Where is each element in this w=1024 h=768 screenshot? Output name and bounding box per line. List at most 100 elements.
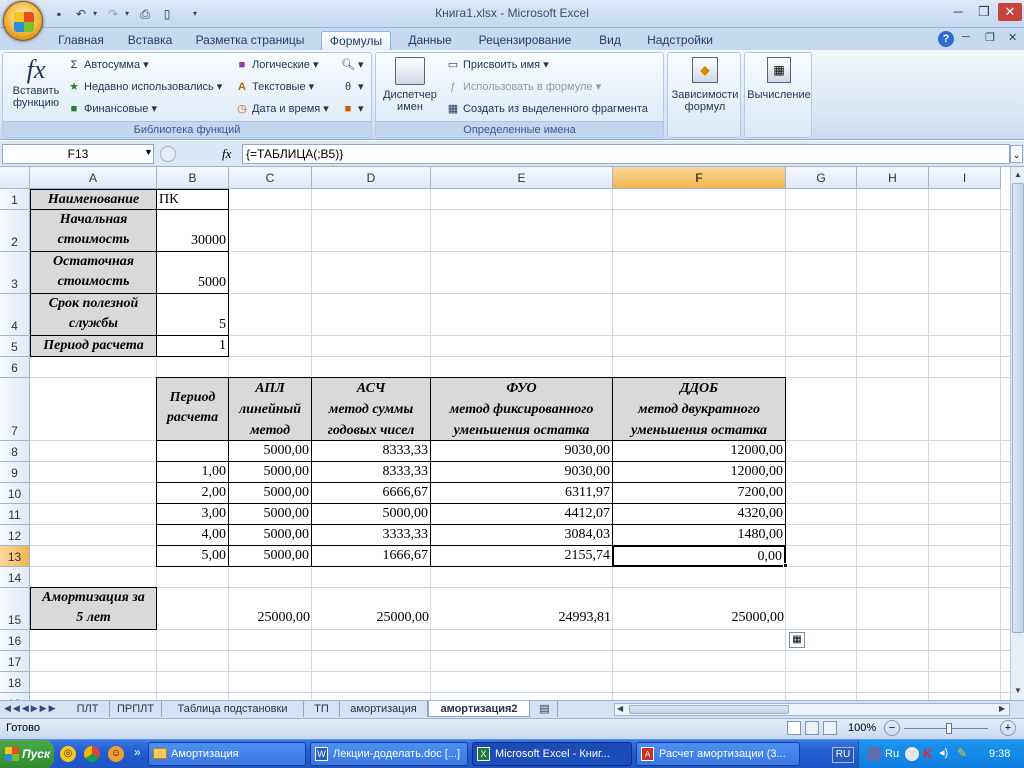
- select-all-corner[interactable]: [0, 167, 30, 189]
- column-header-h[interactable]: H: [857, 167, 929, 189]
- cell-d8[interactable]: 8333,33: [311, 440, 431, 462]
- task-word-lectures[interactable]: W Лекции-доделать.doc [...]: [310, 742, 468, 766]
- expand-formula-bar-icon[interactable]: ⌄: [1010, 145, 1023, 163]
- scroll-right-icon[interactable]: ▶: [999, 704, 1005, 713]
- tab-insert[interactable]: Вставка: [120, 31, 180, 51]
- redo-dropdown-icon[interactable]: ▾: [118, 5, 136, 23]
- tray-app-icon[interactable]: [905, 747, 919, 761]
- cell-e13[interactable]: 2155,74: [430, 545, 613, 567]
- tab-review[interactable]: Рецензирование: [470, 31, 580, 51]
- recent-functions-button[interactable]: ★ Недавно использовались ▾: [67, 79, 222, 95]
- row-header[interactable]: 9: [0, 462, 30, 483]
- task-folder-amortization[interactable]: Амортизация: [148, 742, 306, 766]
- cell-e11[interactable]: 4412,07: [430, 503, 613, 525]
- page-break-view-icon[interactable]: [823, 721, 837, 735]
- column-header-c[interactable]: C: [229, 167, 312, 189]
- more-functions-button[interactable]: ■ ▾: [341, 101, 364, 117]
- restore-icon[interactable]: ❐: [972, 3, 996, 21]
- tray-network-icon[interactable]: [867, 747, 881, 761]
- ribbon-minimize-icon[interactable]: ─: [962, 31, 970, 43]
- cell-c9[interactable]: 5000,00: [228, 461, 312, 483]
- scroll-up-icon[interactable]: ▲: [1012, 169, 1024, 181]
- sheet-tab-amortization2[interactable]: амортизация2: [428, 701, 530, 717]
- cell-f9[interactable]: 12000,00: [612, 461, 786, 483]
- cell-c7[interactable]: АПЛ линейный метод: [228, 377, 312, 441]
- cell-b2[interactable]: 30000: [156, 209, 229, 252]
- quicklaunch-avast-icon[interactable]: ◎: [60, 746, 76, 762]
- row-header[interactable]: 3: [0, 252, 30, 294]
- minimize-icon[interactable]: ─: [946, 3, 970, 21]
- tab-addins[interactable]: Надстройки: [640, 31, 720, 51]
- cell-c10[interactable]: 5000,00: [228, 482, 312, 504]
- cell-d11[interactable]: 5000,00: [311, 503, 431, 525]
- quicklaunch-more-icon[interactable]: »: [134, 745, 141, 759]
- sheet-nav-arrows-icon[interactable]: ◀◀◀▶▶▶: [4, 703, 58, 714]
- row-header[interactable]: 15: [0, 588, 30, 630]
- financial-functions-button[interactable]: ■ Финансовые ▾: [67, 101, 157, 117]
- cell-b12[interactable]: 4,00: [156, 524, 229, 546]
- ribbon-restore-icon[interactable]: ❐: [985, 31, 995, 44]
- cell-a15[interactable]: Амортизация за 5 лет: [30, 587, 157, 630]
- insert-sheet-icon[interactable]: ▤: [532, 701, 558, 717]
- scroll-down-icon[interactable]: ▼: [1012, 685, 1024, 697]
- sheet-tab-lookup-table[interactable]: Таблица подстановки: [162, 701, 304, 717]
- cell-d15[interactable]: 25000,00: [311, 608, 431, 629]
- save-icon[interactable]: ▪: [50, 5, 68, 23]
- name-manager-button[interactable]: Диспетчер имен: [378, 57, 442, 123]
- horizontal-scroll-thumb[interactable]: [629, 705, 789, 714]
- cell-b4[interactable]: 5: [156, 293, 229, 336]
- cell-c8[interactable]: 5000,00: [228, 440, 312, 462]
- formula-bar-splitter[interactable]: [160, 146, 176, 162]
- cell-a5[interactable]: Период расчета: [30, 335, 157, 357]
- zoom-level[interactable]: 100%: [848, 722, 876, 734]
- cell-a4[interactable]: Срок полезной службы: [30, 293, 157, 336]
- column-header-a[interactable]: A: [30, 167, 157, 189]
- cell-b11[interactable]: 3,00: [156, 503, 229, 525]
- name-box-dropdown-icon[interactable]: ▼: [144, 147, 153, 157]
- tray-kaspersky-icon[interactable]: K: [923, 746, 932, 761]
- row-header[interactable]: 7: [0, 378, 30, 441]
- tab-page-layout[interactable]: Разметка страницы: [190, 31, 310, 51]
- row-header[interactable]: 14: [0, 567, 30, 588]
- column-header-e[interactable]: E: [431, 167, 613, 189]
- name-box[interactable]: F13: [2, 144, 154, 164]
- cell-d13[interactable]: 1666,67: [311, 545, 431, 567]
- cell-e7[interactable]: ФУО метод фиксированного уменьшения остатк…: [430, 377, 613, 441]
- sheet-tab-plt[interactable]: ПЛТ: [66, 701, 110, 717]
- cell-b3[interactable]: 5000: [156, 251, 229, 294]
- cell-c12[interactable]: 5000,00: [228, 524, 312, 546]
- autosum-button[interactable]: Σ Автосумма ▾: [67, 57, 149, 73]
- tab-formulas[interactable]: Формулы: [321, 31, 391, 51]
- new-document-icon[interactable]: ▯: [158, 5, 176, 23]
- row-header[interactable]: 1: [0, 189, 30, 210]
- scroll-left-icon[interactable]: ◀: [617, 704, 623, 713]
- sheet-tab-amortization[interactable]: амортизация: [340, 701, 428, 717]
- calculation-button[interactable]: ▦ Вычисление: [745, 57, 813, 123]
- quicklaunch-messenger-icon[interactable]: ☺: [108, 746, 124, 762]
- page-layout-view-icon[interactable]: [805, 721, 819, 735]
- column-header-f[interactable]: F: [613, 167, 786, 189]
- cell-e15[interactable]: 24993,81: [430, 608, 613, 629]
- task-excel-book[interactable]: X Microsoft Excel - Книг...: [472, 742, 632, 766]
- cell-b13[interactable]: 5,00: [156, 545, 229, 567]
- datetime-functions-button[interactable]: ◷ Дата и время ▾: [235, 101, 329, 117]
- task-pdf-calculation[interactable]: A Расчет амортизации (3...: [636, 742, 800, 766]
- vertical-scrollbar[interactable]: ▲ ▼: [1010, 167, 1024, 700]
- sheet-tab-prplt[interactable]: ПРПЛТ: [110, 701, 162, 717]
- formula-dependencies-button[interactable]: ◆ Зависимости формул: [668, 57, 742, 123]
- qat-customize-icon[interactable]: ▾: [186, 5, 204, 23]
- sheet-tab-tp[interactable]: ТП: [304, 701, 340, 717]
- tray-language[interactable]: Ru: [885, 748, 899, 760]
- cell-b9[interactable]: 1,00: [156, 461, 229, 483]
- help-icon[interactable]: ?: [938, 31, 954, 47]
- text-functions-button[interactable]: A Текстовые ▾: [235, 79, 314, 95]
- zoom-slider-thumb[interactable]: [946, 723, 952, 734]
- column-header-d[interactable]: D: [312, 167, 431, 189]
- cell-b1[interactable]: ПК: [156, 189, 229, 210]
- cell-e8[interactable]: 9030,00: [430, 440, 613, 462]
- cell-a1[interactable]: Наименование: [30, 189, 157, 210]
- row-header[interactable]: 12: [0, 525, 30, 546]
- cell-d7[interactable]: АСЧ метод суммы годовых чисел: [311, 377, 431, 441]
- column-header-b[interactable]: B: [157, 167, 229, 189]
- cell-d12[interactable]: 3333,33: [311, 524, 431, 546]
